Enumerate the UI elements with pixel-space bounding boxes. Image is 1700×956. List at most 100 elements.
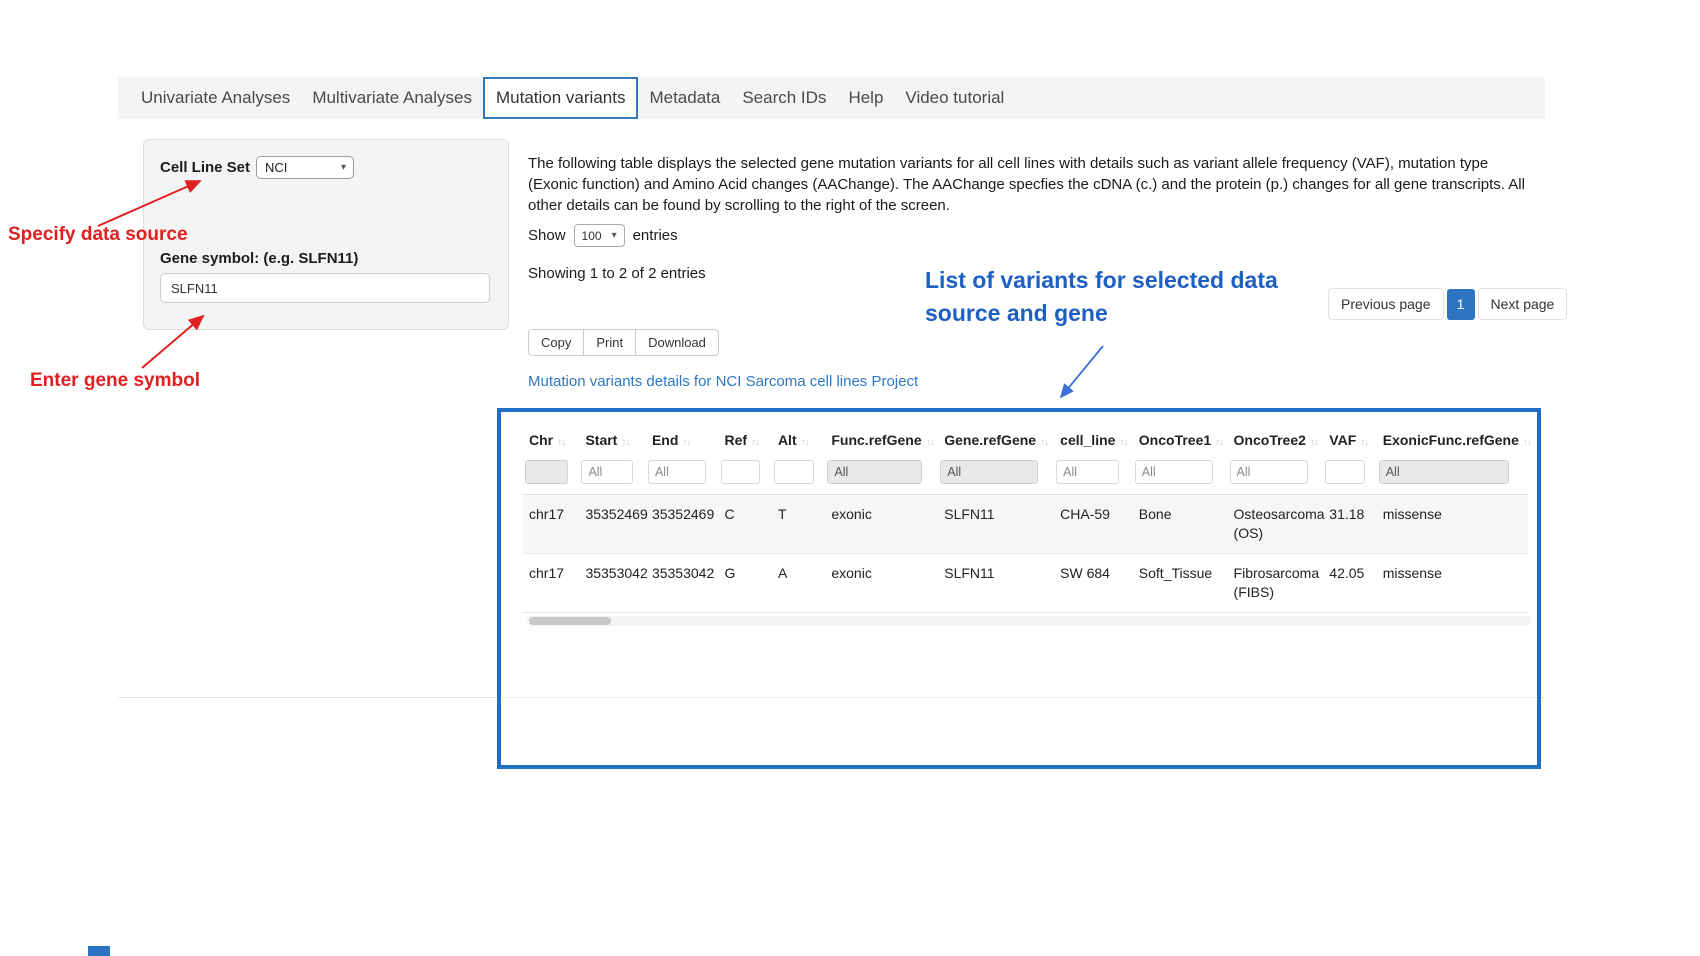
- previous-page-button[interactable]: Previous page: [1328, 288, 1444, 320]
- tab-multivariate-analyses[interactable]: Multivariate Analyses: [301, 77, 483, 119]
- print-button[interactable]: Print: [583, 329, 636, 356]
- filter-cell: All: [825, 456, 938, 495]
- tab-search-ids[interactable]: Search IDs: [731, 77, 837, 119]
- tab-help[interactable]: Help: [837, 77, 894, 119]
- filter-cell: [523, 456, 579, 495]
- table-cell: 35353042: [579, 554, 646, 613]
- column-header-chr[interactable]: Chr↑↓: [523, 424, 579, 456]
- annotation-specify-data-source: Specify data source: [8, 224, 188, 246]
- filter-cell: [579, 456, 646, 495]
- cell-line-set-label: Cell Line Set: [160, 159, 250, 176]
- column-label: Start: [585, 432, 617, 448]
- column-header-oncotree1[interactable]: OncoTree1 ↑↓: [1133, 424, 1228, 456]
- filter-select-chr[interactable]: [525, 460, 568, 484]
- table-cell: G: [719, 554, 772, 613]
- sort-icon: ↑↓: [1119, 437, 1127, 448]
- table-cell: chr17: [523, 554, 579, 613]
- tab-metadata[interactable]: Metadata: [638, 77, 731, 119]
- table-cell: T: [772, 495, 825, 554]
- table-caption-link[interactable]: Mutation variants details for NCI Sarcom…: [528, 373, 918, 390]
- cell-line-set-row: Cell Line Set NCI ▾: [160, 156, 354, 179]
- filter-input-alt[interactable]: [774, 460, 814, 484]
- column-label: Gene.refGene: [944, 432, 1036, 448]
- show-label: Show: [528, 227, 566, 244]
- variants-table: Chr↑↓Start↑↓End↑↓Ref↑↓Alt↑↓Func.refGene↑…: [523, 424, 1528, 613]
- gene-symbol-label: Gene symbol: (e.g. SLFN11): [160, 250, 358, 267]
- filter-input-oncotree1[interactable]: [1135, 460, 1213, 484]
- table-filter-row: All All All: [523, 456, 1528, 495]
- filter-select-gene-refgene[interactable]: All: [940, 460, 1037, 484]
- column-header-func-refgene[interactable]: Func.refGene↑↓: [825, 424, 938, 456]
- filter-input-end[interactable]: [648, 460, 706, 484]
- sort-icon: ↑↓: [1360, 437, 1368, 448]
- download-button[interactable]: Download: [635, 329, 719, 356]
- annotation-list-of-variants: List of variants for selected data sourc…: [925, 264, 1325, 330]
- sort-icon: ↑↓: [1215, 437, 1223, 448]
- tab-mutation-variants[interactable]: Mutation variants: [483, 77, 638, 119]
- table-cell: C: [719, 495, 772, 554]
- filter-input-ref[interactable]: [721, 460, 761, 484]
- filter-input-cell-line[interactable]: [1056, 460, 1119, 484]
- entries-label: entries: [633, 227, 678, 244]
- copy-button[interactable]: Copy: [528, 329, 584, 356]
- table-row[interactable]: chr173535304235353042GAexonicSLFN11SW 68…: [523, 554, 1528, 613]
- next-page-button[interactable]: Next page: [1478, 288, 1568, 320]
- column-label: Ref: [725, 432, 748, 448]
- filter-cell: [772, 456, 825, 495]
- annotation-enter-gene-symbol: Enter gene symbol: [30, 370, 200, 392]
- filter-cell: [1133, 456, 1228, 495]
- column-header-start[interactable]: Start↑↓: [579, 424, 646, 456]
- column-header-oncotree2[interactable]: OncoTree2↑↓: [1228, 424, 1324, 456]
- table-row[interactable]: chr173535246935352469CTexonicSLFN11CHA-5…: [523, 495, 1528, 554]
- column-label: VAF: [1329, 432, 1356, 448]
- filter-input-start[interactable]: [581, 460, 633, 484]
- filter-input-oncotree2[interactable]: [1230, 460, 1309, 484]
- tab-video-tutorial[interactable]: Video tutorial: [894, 77, 1015, 119]
- column-label: OncoTree1: [1139, 432, 1211, 448]
- horizontal-scrollbar[interactable]: [527, 616, 1531, 626]
- column-header-alt[interactable]: Alt↑↓: [772, 424, 825, 456]
- export-button-group: CopyPrintDownload: [528, 329, 718, 356]
- filter-cell: All: [938, 456, 1054, 495]
- column-label: OncoTree2: [1234, 432, 1306, 448]
- column-header-exonicfunc-refgene[interactable]: ExonicFunc.refGene↑↓: [1377, 424, 1528, 456]
- current-page-button[interactable]: 1: [1447, 289, 1475, 320]
- page-length-select[interactable]: 100 ▾: [574, 224, 625, 247]
- filter-select-func-refgene[interactable]: All: [827, 460, 922, 484]
- cell-line-set-value: NCI: [265, 160, 287, 175]
- table-cell: CHA-59: [1054, 495, 1133, 554]
- table-cell: Fibrosarcoma (FIBS): [1228, 554, 1324, 613]
- column-header-end[interactable]: End↑↓: [646, 424, 719, 456]
- showing-entries-info: Showing 1 to 2 of 2 entries: [528, 265, 706, 282]
- table-cell: 31.18: [1323, 495, 1376, 554]
- scrollbar-thumb[interactable]: [529, 617, 611, 625]
- sort-icon: ↑↓: [557, 437, 565, 448]
- sort-icon: ↑↓: [1523, 437, 1531, 448]
- table-cell: exonic: [825, 495, 938, 554]
- table-cell: 35352469: [579, 495, 646, 554]
- filter-cell: [646, 456, 719, 495]
- cell-line-set-select[interactable]: NCI ▾: [256, 156, 354, 179]
- chevron-down-icon: ▾: [612, 230, 617, 241]
- column-header-vaf[interactable]: VAF ↑↓: [1323, 424, 1376, 456]
- sort-icon: ↑↓: [801, 437, 809, 448]
- table-cell: SW 684: [1054, 554, 1133, 613]
- gene-symbol-input[interactable]: [160, 273, 490, 303]
- column-header-cell-line[interactable]: cell_line↑↓: [1054, 424, 1133, 456]
- table-cell: Bone: [1133, 495, 1228, 554]
- chevron-down-icon: ▾: [341, 162, 346, 173]
- table-cell: 35353042: [646, 554, 719, 613]
- pagination: Previous page 1 Next page: [1328, 288, 1567, 320]
- table-header-row: Chr↑↓Start↑↓End↑↓Ref↑↓Alt↑↓Func.refGene↑…: [523, 424, 1528, 456]
- filter-select-exonicfunc-refgene[interactable]: All: [1379, 460, 1509, 484]
- column-header-gene-refgene[interactable]: Gene.refGene↑↓: [938, 424, 1054, 456]
- table-cell: exonic: [825, 554, 938, 613]
- table-cell: chr17: [523, 495, 579, 554]
- column-header-ref[interactable]: Ref↑↓: [719, 424, 772, 456]
- inner-divider: [501, 697, 1537, 698]
- filter-cell: [719, 456, 772, 495]
- table-cell: missense: [1377, 495, 1528, 554]
- tab-univariate-analyses[interactable]: Univariate Analyses: [130, 77, 301, 119]
- filter-input-vaf[interactable]: [1325, 460, 1365, 484]
- column-label: Func.refGene: [831, 432, 921, 448]
